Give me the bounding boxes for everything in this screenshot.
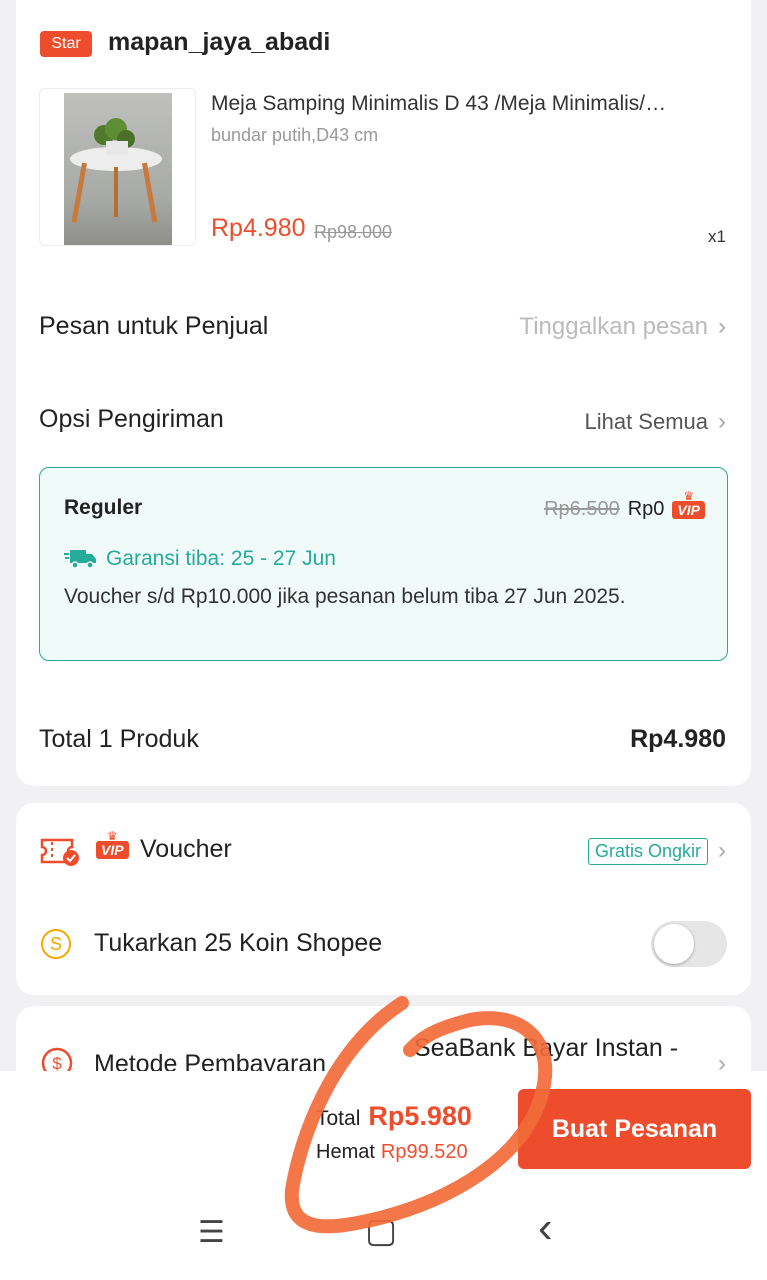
- shipping-original-price: Rp6.500: [544, 498, 620, 520]
- home-icon[interactable]: ▢: [365, 1211, 397, 1251]
- shipping-option[interactable]: Reguler Rp6.500 Rp0 VIP Garansi tiba: 25…: [39, 467, 728, 661]
- message-placeholder: Tinggalkan pesan: [519, 313, 708, 340]
- product-price: Rp4.980: [211, 214, 306, 242]
- voucher-selection[interactable]: Gratis Ongkir ›: [587, 837, 726, 865]
- shipping-final-price: Rp0: [627, 498, 665, 520]
- product-total-label: Total 1 Produk: [39, 725, 199, 753]
- product-photo: [64, 93, 172, 245]
- system-nav-bar: ☰ ▢ ‹: [0, 1185, 767, 1280]
- truck-icon: [64, 550, 96, 569]
- place-order-button[interactable]: Buat Pesanan: [518, 1089, 751, 1169]
- see-all-label: Lihat Semua: [584, 409, 708, 434]
- order-total-value: Rp5.980: [368, 1101, 472, 1131]
- message-input[interactable]: Tinggalkan pesan ›: [519, 313, 726, 341]
- product-image[interactable]: [39, 88, 196, 246]
- coin-icon: S: [41, 929, 71, 959]
- order-card: Star mapan_jaya_abadi Meja Samping Minim…: [16, 0, 751, 786]
- voucher-label: Voucher: [140, 835, 232, 863]
- product-title[interactable]: Meja Samping Minimalis D 43 /Meja Minima…: [211, 92, 731, 116]
- product-total-value: Rp4.980: [630, 725, 726, 753]
- checkout-bar: Total Rp5.980 Hemat Rp99.520 Buat Pesana…: [0, 1071, 767, 1280]
- payment-value: SeaBank Bayar Instan -: [414, 1034, 679, 1062]
- vip-badge: VIP: [96, 841, 129, 859]
- back-icon[interactable]: ‹: [538, 1203, 553, 1253]
- chevron-right-icon: ›: [718, 837, 726, 864]
- message-label: Pesan untuk Penjual: [39, 312, 269, 340]
- voucher-card: VIP Voucher Gratis Ongkir › S Tukarkan 2…: [16, 803, 751, 995]
- savings-value: Rp99.520: [380, 1141, 468, 1163]
- chevron-right-icon: ›: [718, 408, 726, 435]
- shipping-label: Opsi Pengiriman: [39, 405, 224, 433]
- shipping-option-name: Reguler: [64, 496, 143, 519]
- order-total-label: Total: [316, 1107, 361, 1130]
- coins-toggle[interactable]: [651, 921, 727, 967]
- ticket-icon: [40, 838, 79, 866]
- savings-label: Hemat: [316, 1141, 375, 1163]
- delivery-guarantee: Garansi tiba: 25 - 27 Jun: [64, 547, 336, 571]
- product-quantity: x1: [708, 227, 726, 246]
- vip-badge: VIP: [672, 500, 705, 519]
- shop-name[interactable]: mapan_jaya_abadi: [108, 28, 330, 57]
- star-badge: Star: [40, 31, 92, 57]
- shipping-price: Rp6.500 Rp0 VIP: [544, 498, 705, 521]
- chevron-right-icon: ›: [718, 313, 726, 340]
- coins-row: S Tukarkan 25 Koin Shopee: [16, 899, 751, 995]
- menu-icon[interactable]: ☰: [198, 1215, 225, 1250]
- shipping-see-all[interactable]: Lihat Semua ›: [584, 408, 726, 436]
- free-shipping-tag: Gratis Ongkir: [587, 837, 708, 865]
- guarantee-text: Garansi tiba: 25 - 27 Jun: [106, 547, 336, 570]
- product-original-price: Rp98.000: [314, 222, 393, 242]
- shipping-voucher-note: Voucher s/d Rp10.000 jika pesanan belum …: [64, 585, 626, 608]
- order-total: Total Rp5.980: [316, 1101, 472, 1132]
- voucher-row[interactable]: VIP Voucher Gratis Ongkir ›: [16, 803, 751, 899]
- coins-label: Tukarkan 25 Koin Shopee: [94, 929, 383, 957]
- product-variant: bundar putih,D43 cm: [211, 125, 379, 145]
- order-savings: Hemat Rp99.520: [316, 1141, 468, 1164]
